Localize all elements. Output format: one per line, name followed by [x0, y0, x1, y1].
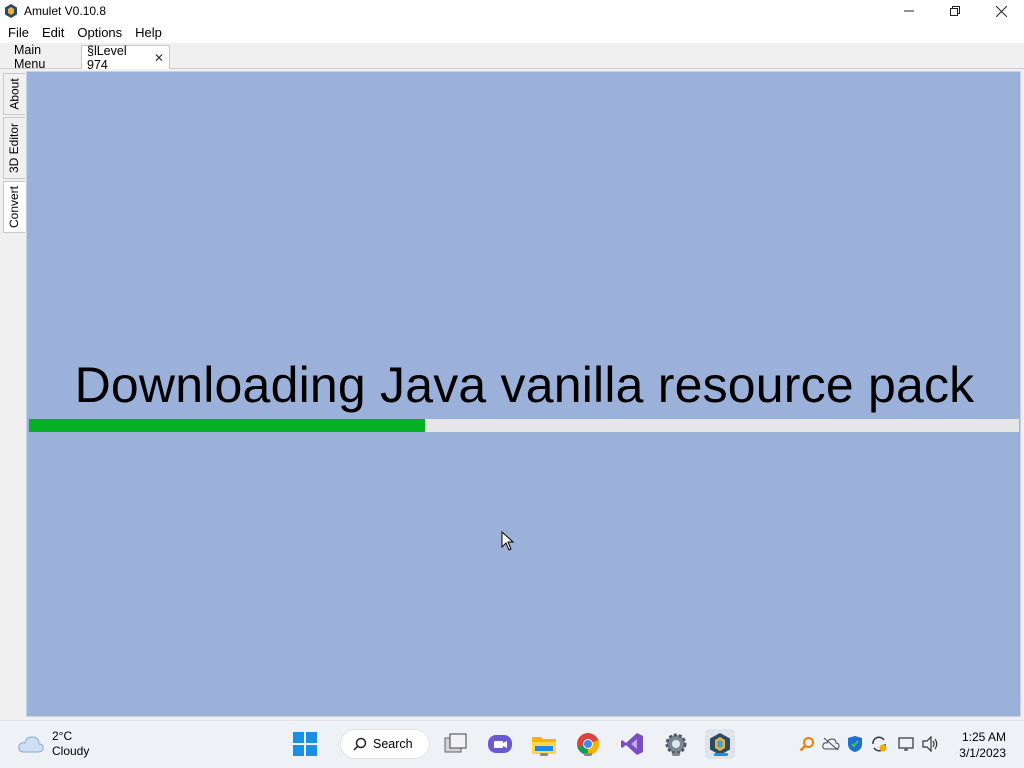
taskbar-search[interactable]: Search — [340, 729, 430, 759]
progress-bar-fill — [29, 419, 425, 432]
weather-widget[interactable]: 2°C Cloudy — [18, 729, 89, 759]
tray-search-app[interactable] — [797, 733, 817, 755]
shield-icon — [848, 736, 862, 752]
tab-close-icon[interactable]: ✕ — [154, 51, 164, 65]
taskbar: 2°C Cloudy Search 1:25 AM 3/1/2023 — [0, 720, 1024, 768]
file-explorer-button[interactable] — [529, 729, 559, 759]
network-icon — [898, 737, 914, 751]
tab-level-label: §lLevel 974 — [87, 43, 127, 72]
tab-main-menu[interactable]: Main Menu — [9, 43, 79, 71]
amulet-taskbar-button[interactable] — [705, 729, 735, 759]
running-indicator — [540, 753, 548, 756]
running-indicator — [584, 753, 592, 756]
menu-edit[interactable]: Edit — [36, 25, 70, 40]
start-button[interactable] — [290, 729, 320, 759]
sync-icon — [872, 736, 887, 752]
side-tab-convert-label: Convert — [7, 185, 22, 229]
weather-desc: Cloudy — [52, 744, 90, 758]
main-panel: Downloading Java vanilla resource pack — [26, 71, 1021, 717]
running-indicator — [672, 753, 680, 756]
tab-main-menu-label: Main Menu — [14, 43, 46, 71]
onedrive-offline-icon — [822, 737, 840, 751]
title-bar: Amulet V0.10.8 — [0, 0, 1024, 22]
side-tab-3d-editor[interactable]: 3D Editor — [3, 117, 25, 179]
clock-date: 3/1/2023 — [959, 746, 1006, 760]
amulet-app-icon — [5, 4, 17, 18]
windows-start-icon — [293, 732, 317, 756]
visual-studio-icon — [621, 733, 643, 755]
menu-bar: File Edit Options Help — [0, 22, 1024, 43]
side-tab-about[interactable]: About — [3, 73, 25, 115]
progress-bar — [29, 419, 1019, 432]
side-tab-about-label: About — [7, 78, 22, 110]
restore-icon — [950, 6, 960, 16]
magnifier-orange-icon — [799, 737, 814, 752]
active-indicator — [714, 753, 728, 756]
search-label: Search — [373, 737, 413, 751]
close-icon — [995, 5, 1007, 17]
file-explorer-icon — [532, 737, 556, 754]
chrome-button[interactable] — [573, 729, 603, 759]
loading-status-text: Downloading Java vanilla resource pack — [74, 357, 975, 413]
menu-help[interactable]: Help — [129, 25, 168, 40]
search-icon — [353, 737, 367, 751]
mouse-cursor-icon — [501, 531, 515, 551]
menu-file[interactable]: File — [2, 25, 35, 40]
tab-strip: Main Menu §lLevel 974 ✕ — [0, 43, 1024, 72]
clock[interactable]: 1:25 AM 3/1/2023 — [959, 729, 1006, 761]
chat-button[interactable] — [485, 729, 515, 759]
side-tab-bar: About 3D Editor Convert — [0, 69, 26, 719]
clock-time: 1:25 AM — [961, 730, 1006, 744]
tray-onedrive[interactable] — [821, 733, 841, 755]
close-button[interactable] — [978, 0, 1024, 22]
task-view-button[interactable] — [441, 729, 471, 759]
volume-icon — [922, 736, 938, 752]
chat-icon — [488, 735, 512, 753]
tray-security[interactable] — [845, 733, 865, 755]
tray-network[interactable] — [897, 733, 917, 755]
minimize-button[interactable] — [886, 0, 932, 22]
weather-temp: 2°C — [52, 729, 73, 743]
tab-level[interactable]: §lLevel 974 ✕ — [81, 43, 170, 72]
visual-studio-button[interactable] — [617, 729, 647, 759]
minimize-icon — [904, 10, 914, 12]
cloud-icon — [18, 736, 44, 753]
menu-options[interactable]: Options — [71, 25, 128, 40]
window-title: Amulet V0.10.8 — [24, 4, 107, 18]
side-tab-convert[interactable]: Convert — [3, 181, 25, 233]
settings-button[interactable] — [661, 729, 691, 759]
restore-button[interactable] — [932, 0, 978, 22]
side-tab-3d-editor-label: 3D Editor — [7, 122, 22, 174]
tray-sync[interactable] — [869, 733, 889, 755]
tray-volume[interactable] — [921, 733, 941, 755]
task-view-icon — [444, 733, 467, 753]
